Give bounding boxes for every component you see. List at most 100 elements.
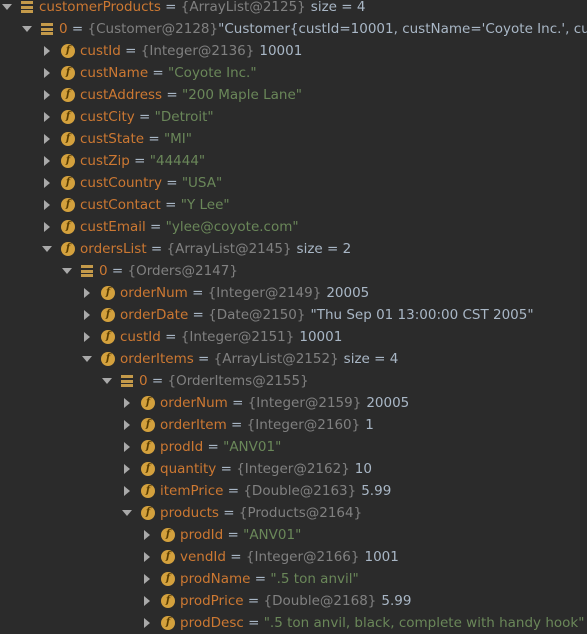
tree-row[interactable]: f orderNum = {Integer@2159} 20005 <box>0 392 587 414</box>
list-icon <box>81 265 93 277</box>
chevron-down-icon[interactable] <box>121 502 133 524</box>
equals-sign: = <box>67 21 88 37</box>
chevron-right-icon[interactable] <box>121 458 133 480</box>
chevron-down-icon[interactable] <box>21 18 33 40</box>
tree-row[interactable]: f prodPrice = {Double@2168} 5.99 <box>0 590 587 612</box>
variable-value: 5.99 <box>361 483 392 499</box>
variable-value: "ANV01" <box>223 439 282 455</box>
field-icon: f <box>61 44 75 58</box>
field-icon: f <box>61 110 75 124</box>
object-reference: {Integer@2149} <box>207 285 322 301</box>
chevron-down-icon[interactable] <box>101 370 113 392</box>
tree-row[interactable]: f orderNum = {Integer@2149} 20005 <box>0 282 587 304</box>
chevron-down-icon[interactable] <box>1 0 13 18</box>
tree-row[interactable]: 0 = {Orders@2147} <box>0 260 587 282</box>
tree-row[interactable]: f custZip = "44444" <box>0 150 587 172</box>
field-icon: f <box>61 242 75 256</box>
chevron-right-icon[interactable] <box>41 172 53 194</box>
tree-row[interactable]: f custCity = "Detroit" <box>0 106 587 128</box>
tree-row[interactable]: f custName = "Coyote Inc." <box>0 62 587 84</box>
variable-value: 1 <box>365 417 374 433</box>
variables-tree: customerProducts = {ArrayList@2125} size … <box>0 0 587 632</box>
tree-row[interactable]: f quantity = {Integer@2162} 10 <box>0 458 587 480</box>
tree-row[interactable]: f custId = {Integer@2136} 10001 <box>0 40 587 62</box>
tree-row[interactable]: f orderItems = {ArrayList@2152} size = 4 <box>0 348 587 370</box>
tree-row[interactable]: f custAddress = "200 Maple Lane" <box>0 84 587 106</box>
chevron-right-icon[interactable] <box>81 326 93 348</box>
variable-value: size = 4 <box>310 0 366 15</box>
field-icon: f <box>161 528 175 542</box>
field-icon: f <box>101 286 115 300</box>
equals-sign: = <box>225 549 246 565</box>
tree-row[interactable]: f ordersList = {ArrayList@2145} size = 2 <box>0 238 587 260</box>
object-reference: {Integer@2159} <box>247 395 362 411</box>
tree-row[interactable]: f prodName = ".5 ton anvil" <box>0 568 587 590</box>
equals-sign: = <box>187 285 208 301</box>
tree-row[interactable]: f itemPrice = {Double@2163} 5.99 <box>0 480 587 502</box>
tree-row[interactable]: f custId = {Integer@2151} 10001 <box>0 326 587 348</box>
tree-row[interactable]: f custEmail = "ylee@coyote.com" <box>0 216 587 238</box>
chevron-right-icon[interactable] <box>81 282 93 304</box>
object-reference: {OrderItems@2155} <box>167 373 309 389</box>
chevron-down-icon[interactable] <box>41 238 53 260</box>
chevron-right-icon[interactable] <box>81 304 93 326</box>
chevron-right-icon[interactable] <box>41 150 53 172</box>
chevron-right-icon[interactable] <box>41 62 53 84</box>
field-icon: f <box>101 308 115 322</box>
tree-row[interactable]: f orderItem = {Integer@2160} 1 <box>0 414 587 436</box>
tree-row[interactable]: 0 = {OrderItems@2155} <box>0 370 587 392</box>
chevron-right-icon[interactable] <box>121 414 133 436</box>
chevron-right-icon[interactable] <box>41 84 53 106</box>
chevron-right-icon[interactable] <box>141 568 153 590</box>
object-reference: {Date@2150} <box>208 307 306 323</box>
tree-row[interactable]: 0 = {Customer@2128} "Customer{custId=1000… <box>0 18 587 40</box>
chevron-right-icon[interactable] <box>141 524 153 546</box>
chevron-right-icon[interactable] <box>41 216 53 238</box>
object-reference: {Products@2164} <box>238 505 363 521</box>
equals-sign: = <box>148 65 169 81</box>
tree-row[interactable]: f custState = "MI" <box>0 128 587 150</box>
variable-value: 10 <box>354 461 372 477</box>
variable-name: custContact <box>80 197 161 213</box>
chevron-right-icon[interactable] <box>41 194 53 216</box>
chevron-right-icon[interactable] <box>41 128 53 150</box>
variable-value: "USA" <box>181 175 223 191</box>
chevron-right-icon[interactable] <box>141 590 153 612</box>
field-icon: f <box>101 330 115 344</box>
tree-row[interactable]: f products = {Products@2164} <box>0 502 587 524</box>
tree-row[interactable]: f orderDate = {Date@2150} "Thu Sep 01 13:0… <box>0 304 587 326</box>
field-icon: f <box>141 440 155 454</box>
variable-name: prodId <box>160 439 204 455</box>
variable-name: ordersList <box>80 241 147 257</box>
chevron-right-icon[interactable] <box>121 436 133 458</box>
object-reference: {ArrayList@2145} <box>166 241 292 257</box>
chevron-down-icon[interactable] <box>81 348 93 370</box>
equals-sign: = <box>243 593 264 609</box>
variable-value: "Y Lee" <box>180 197 230 213</box>
tree-row[interactable]: customerProducts = {ArrayList@2125} size … <box>0 0 587 18</box>
equals-sign: = <box>188 307 209 323</box>
variable-name: prodId <box>180 527 224 543</box>
variable-value: ".5 ton anvil, black, complete with hand… <box>263 615 585 631</box>
equals-sign: = <box>147 373 168 389</box>
variable-value: "200 Maple Lane" <box>181 87 302 103</box>
chevron-right-icon[interactable] <box>141 546 153 568</box>
chevron-right-icon[interactable] <box>41 106 53 128</box>
variable-name: itemPrice <box>160 483 224 499</box>
tree-row[interactable]: f prodId = "ANV01" <box>0 436 587 458</box>
tree-row[interactable]: f custContact = "Y Lee" <box>0 194 587 216</box>
variable-name: orderNum <box>160 395 228 411</box>
tree-row[interactable]: f vendId = {Integer@2166} 1001 <box>0 546 587 568</box>
field-icon: f <box>141 462 155 476</box>
chevron-down-icon[interactable] <box>61 260 73 282</box>
chevron-right-icon[interactable] <box>141 612 153 634</box>
variable-value: "44444" <box>149 153 206 169</box>
chevron-right-icon[interactable] <box>121 480 133 502</box>
chevron-right-icon[interactable] <box>41 40 53 62</box>
chevron-right-icon[interactable] <box>121 392 133 414</box>
tree-row[interactable]: f custCountry = "USA" <box>0 172 587 194</box>
object-reference: {ArrayList@2125} <box>180 0 306 15</box>
variable-name: custCountry <box>80 175 162 191</box>
tree-row[interactable]: f prodId = "ANV01" <box>0 524 587 546</box>
tree-row[interactable]: f prodDesc = ".5 ton anvil, black, comple… <box>0 612 587 634</box>
